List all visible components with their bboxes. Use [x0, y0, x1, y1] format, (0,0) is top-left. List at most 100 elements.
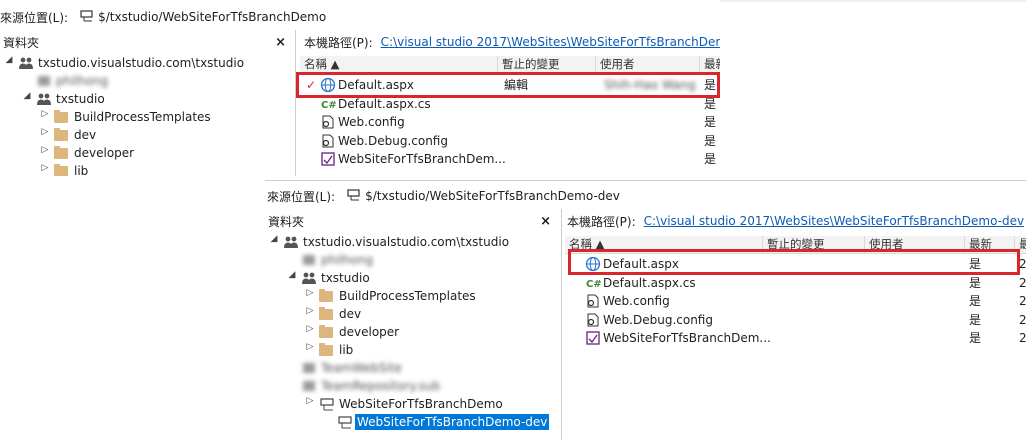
- tree-node-label: developer: [339, 325, 400, 339]
- extra-cell: 2: [1019, 275, 1026, 290]
- pane-splitter[interactable]: [295, 30, 296, 176]
- column-name[interactable]: 名稱 ▲: [565, 236, 763, 253]
- folder-tree: ◢ txstudio.visualstudio.com\txstudio philh…: [265, 233, 557, 431]
- file-name: Default.aspx: [338, 78, 414, 92]
- source-location-path[interactable]: $/txstudio/WebSiteForTfsBranchDemo: [98, 10, 326, 24]
- expand-arrow-icon[interactable]: ▷: [40, 145, 50, 155]
- local-path-bar: 本機路徑(P): C:\visual studio 2017\WebSites\…: [304, 32, 720, 52]
- file-row[interactable]: C# Default.aspx.cs 是 2: [565, 274, 1026, 292]
- close-icon[interactable]: ×: [275, 35, 286, 50]
- tree-node-label: dev: [339, 307, 362, 321]
- tree-node-label: WebSiteForTfsBranchDemo: [339, 397, 503, 411]
- tree-node[interactable]: ▷ BuildProcessTemplates: [0, 108, 292, 126]
- tree-node[interactable]: ▷ WebSiteForTfsBranchDemo: [265, 395, 557, 413]
- file-row[interactable]: Web.config 是 2: [565, 292, 1026, 310]
- expand-arrow-icon[interactable]: ▷: [305, 288, 315, 298]
- tree-node[interactable]: ▷ dev: [0, 126, 292, 144]
- file-row[interactable]: C# Default.aspx.cs 是: [300, 95, 720, 113]
- folder-icon: [319, 288, 335, 304]
- branch-icon: [337, 414, 353, 430]
- tree-node[interactable]: ▷ lib: [265, 341, 557, 359]
- window-edge: [720, 0, 1026, 2]
- tree-node[interactable]: TeamWebSite: [265, 359, 557, 377]
- team-project-collection-icon: [283, 234, 299, 250]
- expand-arrow-icon[interactable]: ▷: [305, 342, 315, 352]
- config-file-icon: [320, 133, 336, 149]
- source-location-label: 來源位置(L):: [267, 189, 336, 204]
- tree-node[interactable]: ▷ BuildProcessTemplates: [265, 287, 557, 305]
- tree-node[interactable]: philhong: [265, 251, 557, 269]
- expand-arrow-icon[interactable]: ▷: [305, 396, 315, 406]
- file-row[interactable]: Web.Debug.config 是: [300, 132, 720, 150]
- local-path-link[interactable]: C:\visual studio 2017\WebSites\WebSiteFo…: [644, 214, 1024, 228]
- file-row[interactable]: Web.Debug.config 是 2: [565, 311, 1026, 329]
- config-file-icon: [585, 312, 601, 328]
- column-pending-change[interactable]: 暫止的變更: [498, 56, 596, 73]
- column-extra[interactable]: 最: [1015, 236, 1026, 253]
- team-project-collection-icon: [18, 55, 34, 71]
- tree-node[interactable]: WebSiteForTfsBranchDemo-dev: [265, 413, 557, 431]
- file-row[interactable]: ✓ Default.aspx 編輯 Shih-Hao Wang 是: [300, 76, 720, 94]
- collapse-arrow-icon[interactable]: ◢: [22, 91, 32, 101]
- local-path-label: 本機路徑(P):: [304, 35, 373, 50]
- expand-arrow-icon[interactable]: ▷: [40, 109, 50, 119]
- latest-cell: 是: [704, 96, 717, 111]
- tree-node[interactable]: ▷ lib: [0, 162, 292, 176]
- column-latest[interactable]: 最新: [700, 56, 720, 73]
- tree-node-label: txstudio: [321, 271, 370, 285]
- local-path-link[interactable]: C:\visual studio 2017\WebSites\WebSiteFo…: [381, 35, 720, 49]
- website-project-icon: [585, 330, 601, 346]
- local-path-bar: 本機路徑(P): C:\visual studio 2017\WebSites\…: [567, 211, 1024, 231]
- extra-cell: 2: [1019, 312, 1026, 327]
- close-icon[interactable]: ×: [540, 214, 551, 229]
- file-name: Default.aspx: [603, 257, 679, 271]
- file-name: Web.Debug.config: [338, 133, 448, 148]
- bottom-source-control-explorer: 來源位置(L): $/txstudio/WebSiteForTfsBranchD…: [265, 180, 1026, 440]
- file-name: Default.aspx.cs: [338, 96, 431, 111]
- file-row[interactable]: WebSiteForTfsBranchDem... 是: [300, 150, 720, 168]
- tree-node-label: BuildProcessTemplates: [339, 289, 476, 303]
- collapse-arrow-icon[interactable]: ◢: [287, 270, 297, 280]
- latest-cell: 是: [969, 294, 982, 308]
- website-project-icon: [320, 151, 336, 167]
- expand-arrow-icon[interactable]: ▷: [40, 163, 50, 173]
- tree-node[interactable]: ◢ txstudio.visualstudio.com\txstudio: [265, 233, 557, 251]
- file-list: Default.aspx 是 2 C# Default.aspx.cs 是 2 Web.con…: [565, 255, 1026, 365]
- collapse-arrow-icon[interactable]: ◢: [4, 55, 14, 65]
- expand-arrow-icon[interactable]: ▷: [305, 324, 315, 334]
- file-row[interactable]: Web.config 是: [300, 113, 720, 131]
- user-cell: Shih-Hao Wang: [604, 78, 696, 92]
- redacted-icon: [301, 360, 317, 376]
- folders-pane-header: 資料夾 ×: [265, 211, 555, 231]
- file-list: ✓ Default.aspx 編輯 Shih-Hao Wang 是 C# Default.a…: [300, 76, 720, 176]
- latest-cell: 是: [704, 133, 717, 148]
- column-pending-change[interactable]: 暫止的變更: [763, 236, 865, 253]
- tree-node[interactable]: ◢ txstudio.visualstudio.com\txstudio: [0, 54, 292, 72]
- pending-edit-check-icon: ✓: [306, 78, 317, 92]
- tree-node[interactable]: ◢ txstudio: [0, 90, 292, 108]
- tree-node[interactable]: ▷ developer: [265, 323, 557, 341]
- tree-node[interactable]: philhong: [0, 72, 292, 90]
- column-user[interactable]: 使用者: [596, 56, 700, 73]
- expand-arrow-icon[interactable]: ▷: [305, 306, 315, 316]
- file-row[interactable]: Default.aspx 是 2: [565, 255, 1026, 273]
- extra-cell: 2: [1019, 331, 1026, 345]
- folder-icon: [54, 145, 70, 161]
- folders-pane-header: 資料夾 ×: [0, 32, 290, 52]
- column-latest[interactable]: 最新: [965, 236, 1015, 253]
- column-user[interactable]: 使用者: [865, 236, 965, 253]
- source-location-path[interactable]: $/txstudio/WebSiteForTfsBranchDemo-dev: [365, 189, 620, 203]
- tree-node-label: philhong: [56, 74, 109, 88]
- branch-icon: [319, 396, 335, 412]
- pane-splitter[interactable]: [561, 209, 562, 440]
- tree-node[interactable]: ◢ txstudio: [265, 269, 557, 287]
- extra-cell: 2: [1019, 257, 1026, 271]
- file-row[interactable]: WebSiteForTfsBranchDem... 是 2: [565, 329, 1026, 347]
- column-name[interactable]: 名稱 ▲: [300, 56, 498, 73]
- team-project-collection-icon: [36, 91, 52, 107]
- expand-arrow-icon[interactable]: ▷: [40, 127, 50, 137]
- tree-node[interactable]: TeamRepository.sub: [265, 377, 557, 395]
- tree-node[interactable]: ▷ developer: [0, 144, 292, 162]
- tree-node[interactable]: ▷ dev: [265, 305, 557, 323]
- collapse-arrow-icon[interactable]: ◢: [269, 234, 279, 244]
